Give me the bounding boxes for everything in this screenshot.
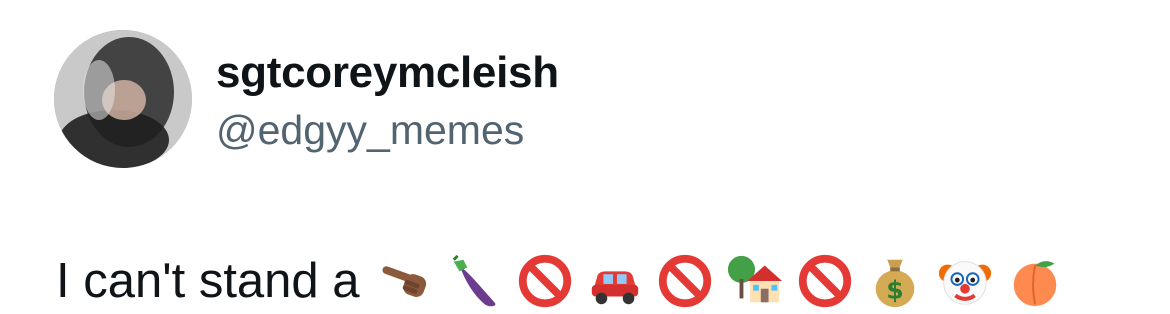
tweet-card: sgtcoreymcleish @edgyy_memes I can't sta… [0, 0, 1170, 312]
svg-text:$: $ [886, 275, 903, 304]
red-car-icon [586, 252, 644, 310]
prohibited-icon [516, 252, 574, 310]
prohibited-icon [796, 252, 854, 310]
tweet-text-content: I can't stand a [56, 254, 360, 308]
pointing-hand-icon [376, 252, 434, 310]
avatar[interactable] [54, 30, 192, 168]
peach-icon [1006, 252, 1064, 310]
tweet-text: I can't stand a $ [56, 248, 1076, 314]
prohibited-icon [656, 252, 714, 310]
money-bag-icon: $ [866, 252, 924, 310]
house-with-tree-icon [726, 252, 784, 310]
clown-face-icon [936, 252, 994, 310]
display-name[interactable]: sgtcoreymcleish [216, 48, 559, 98]
eggplant-icon [446, 252, 504, 310]
user-handle[interactable]: @edgyy_memes [216, 107, 524, 154]
